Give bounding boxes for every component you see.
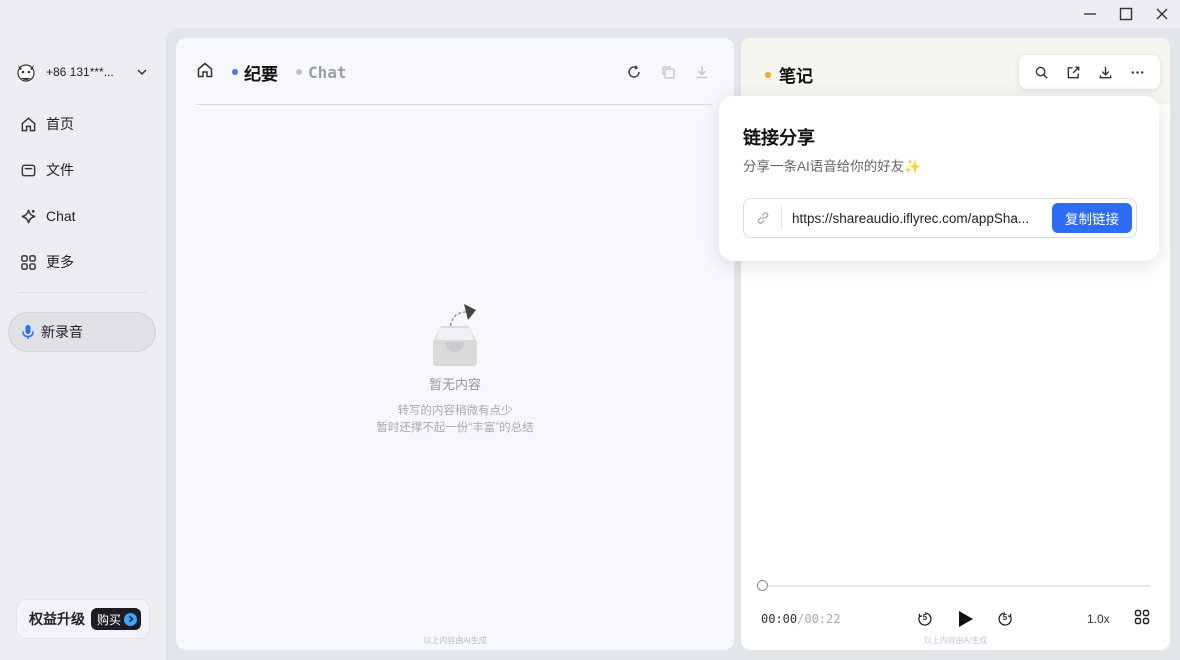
sparkle-emoji: ✨ <box>904 159 922 174</box>
grid-view-button[interactable] <box>1134 609 1150 630</box>
empty-desc-line: 转写的内容稍微有点少 <box>397 405 513 417</box>
popover-subtitle-text: 分享一条AI语音给你的好友 <box>743 159 905 174</box>
tab-label: Chat <box>308 62 347 82</box>
upgrade-banner[interactable]: 权益升级 购买 <box>16 599 150 639</box>
playback-speed[interactable]: 1.0x <box>1087 612 1110 626</box>
tab-dot <box>232 69 238 75</box>
download-icon[interactable] <box>694 64 710 80</box>
ai-generated-note: 以上内容由AI生成 <box>423 636 487 645</box>
minimize-icon <box>1084 13 1096 15</box>
tab-label: 纪要 <box>244 64 278 84</box>
popover-subtitle: 分享一条AI语音给你的好友✨ <box>743 155 921 175</box>
account-switcher[interactable]: +86 131***... <box>14 60 154 84</box>
sidebar-item-home[interactable]: 首页 <box>8 108 158 140</box>
folder-icon <box>21 164 36 176</box>
ai-generated-note: 以上内容由AI生成 <box>923 636 988 645</box>
sidebar-item-label: Chat <box>46 208 76 224</box>
tab-dot <box>296 69 302 75</box>
notes-title: 笔记 <box>765 62 813 87</box>
copy-icon[interactable] <box>660 64 676 80</box>
notes-title-label: 笔记 <box>779 67 813 86</box>
new-recording-button[interactable]: 新录音 <box>8 312 156 352</box>
sidebar-item-more[interactable]: 更多 <box>8 246 158 278</box>
notes-header: 笔记 <box>741 38 1170 104</box>
account-name: +86 131***... <box>46 65 114 79</box>
window-controls <box>1072 0 1180 28</box>
close-button[interactable] <box>1144 0 1180 28</box>
more-icon[interactable] <box>1130 65 1145 80</box>
sidebar-item-files[interactable]: 文件 <box>8 154 158 186</box>
sparkle-icon <box>21 209 36 223</box>
new-recording-label: 新录音 <box>41 324 83 340</box>
buy-label: 购买 <box>97 612 122 627</box>
audio-player: 00:00/00:22 5 5 1.0x <box>761 604 1150 634</box>
header-divider <box>196 104 712 105</box>
sidebar-divider <box>18 292 148 293</box>
sidebar-nav: 首页 文件 Chat 更多 <box>8 108 158 292</box>
minimize-button[interactable] <box>1072 0 1108 28</box>
share-icon[interactable] <box>1066 65 1081 80</box>
avatar <box>14 60 38 84</box>
notes-toolbar <box>1019 55 1160 89</box>
microphone-icon <box>22 325 34 339</box>
buy-button[interactable]: 购买 <box>91 608 142 630</box>
link-icon <box>744 206 782 230</box>
grid-icon <box>1134 609 1150 624</box>
notes-dot <box>765 71 771 78</box>
close-icon <box>1156 8 1168 20</box>
copy-link-button[interactable]: 复制链接 <box>1052 203 1132 233</box>
play-icon[interactable] <box>955 609 975 629</box>
summary-tools <box>626 64 714 80</box>
sidebar-item-label: 更多 <box>46 254 74 270</box>
tab-chat[interactable]: Chat <box>296 63 347 82</box>
maximize-button[interactable] <box>1108 0 1144 28</box>
skip-forward-button[interactable]: 5 <box>997 611 1013 627</box>
summary-panel: 纪要 Chat 暂无内容 转写的内容稍微有点少 暂时还撑不起一份“丰富”的总结 … <box>176 38 734 650</box>
skip-back-button[interactable]: 5 <box>917 611 933 627</box>
sidebar-item-label: 首页 <box>46 116 74 132</box>
sidebar-item-label: 文件 <box>46 162 74 178</box>
home-button[interactable] <box>196 61 214 84</box>
empty-desc-line: 暂时还撑不起一份“丰富”的总结 <box>376 422 534 434</box>
empty-box-icon <box>433 304 477 366</box>
skip-forward-seconds: 5 <box>1002 613 1008 622</box>
chevron-down-icon <box>137 69 147 76</box>
maximize-icon <box>1119 7 1133 21</box>
home-icon <box>21 116 36 131</box>
download-icon[interactable] <box>1098 65 1113 80</box>
playback-time: 00:00/00:22 <box>761 612 840 626</box>
share-link-box: https://shareaudio.iflyrec.com/appSha...… <box>743 198 1137 238</box>
empty-description: 转写的内容稍微有点少 暂时还撑不起一份“丰富”的总结 <box>176 403 734 437</box>
apps-icon <box>21 254 36 270</box>
popover-title: 链接分享 <box>743 128 815 148</box>
refresh-icon[interactable] <box>626 64 642 80</box>
playback-controls: 5 5 <box>917 604 1013 634</box>
time-current: 00:00 <box>761 612 798 626</box>
empty-state: 暂无内容 转写的内容稍微有点少 暂时还撑不起一份“丰富”的总结 <box>176 304 734 437</box>
sidebar: +86 131***... 首页 文件 Chat 更多 新录音 权益升级 购买 <box>0 0 166 660</box>
empty-title: 暂无内容 <box>428 377 481 392</box>
skip-back-seconds: 5 <box>922 613 928 622</box>
share-url[interactable]: https://shareaudio.iflyrec.com/appSha... <box>782 211 1052 226</box>
tab-summary[interactable]: 纪要 <box>232 60 278 85</box>
progress-knob[interactable] <box>757 580 768 591</box>
search-icon[interactable] <box>1034 65 1049 80</box>
arrow-right-icon <box>124 612 138 626</box>
share-popover: 链接分享 分享一条AI语音给你的好友✨ https://shareaudio.i… <box>719 96 1159 261</box>
home-icon <box>197 62 213 77</box>
sidebar-item-chat[interactable]: Chat <box>8 200 158 232</box>
upgrade-label: 权益升级 <box>29 611 85 627</box>
time-total: /00:22 <box>797 612 841 626</box>
summary-header: 纪要 Chat <box>196 58 714 86</box>
playback-progress[interactable] <box>757 580 1150 591</box>
